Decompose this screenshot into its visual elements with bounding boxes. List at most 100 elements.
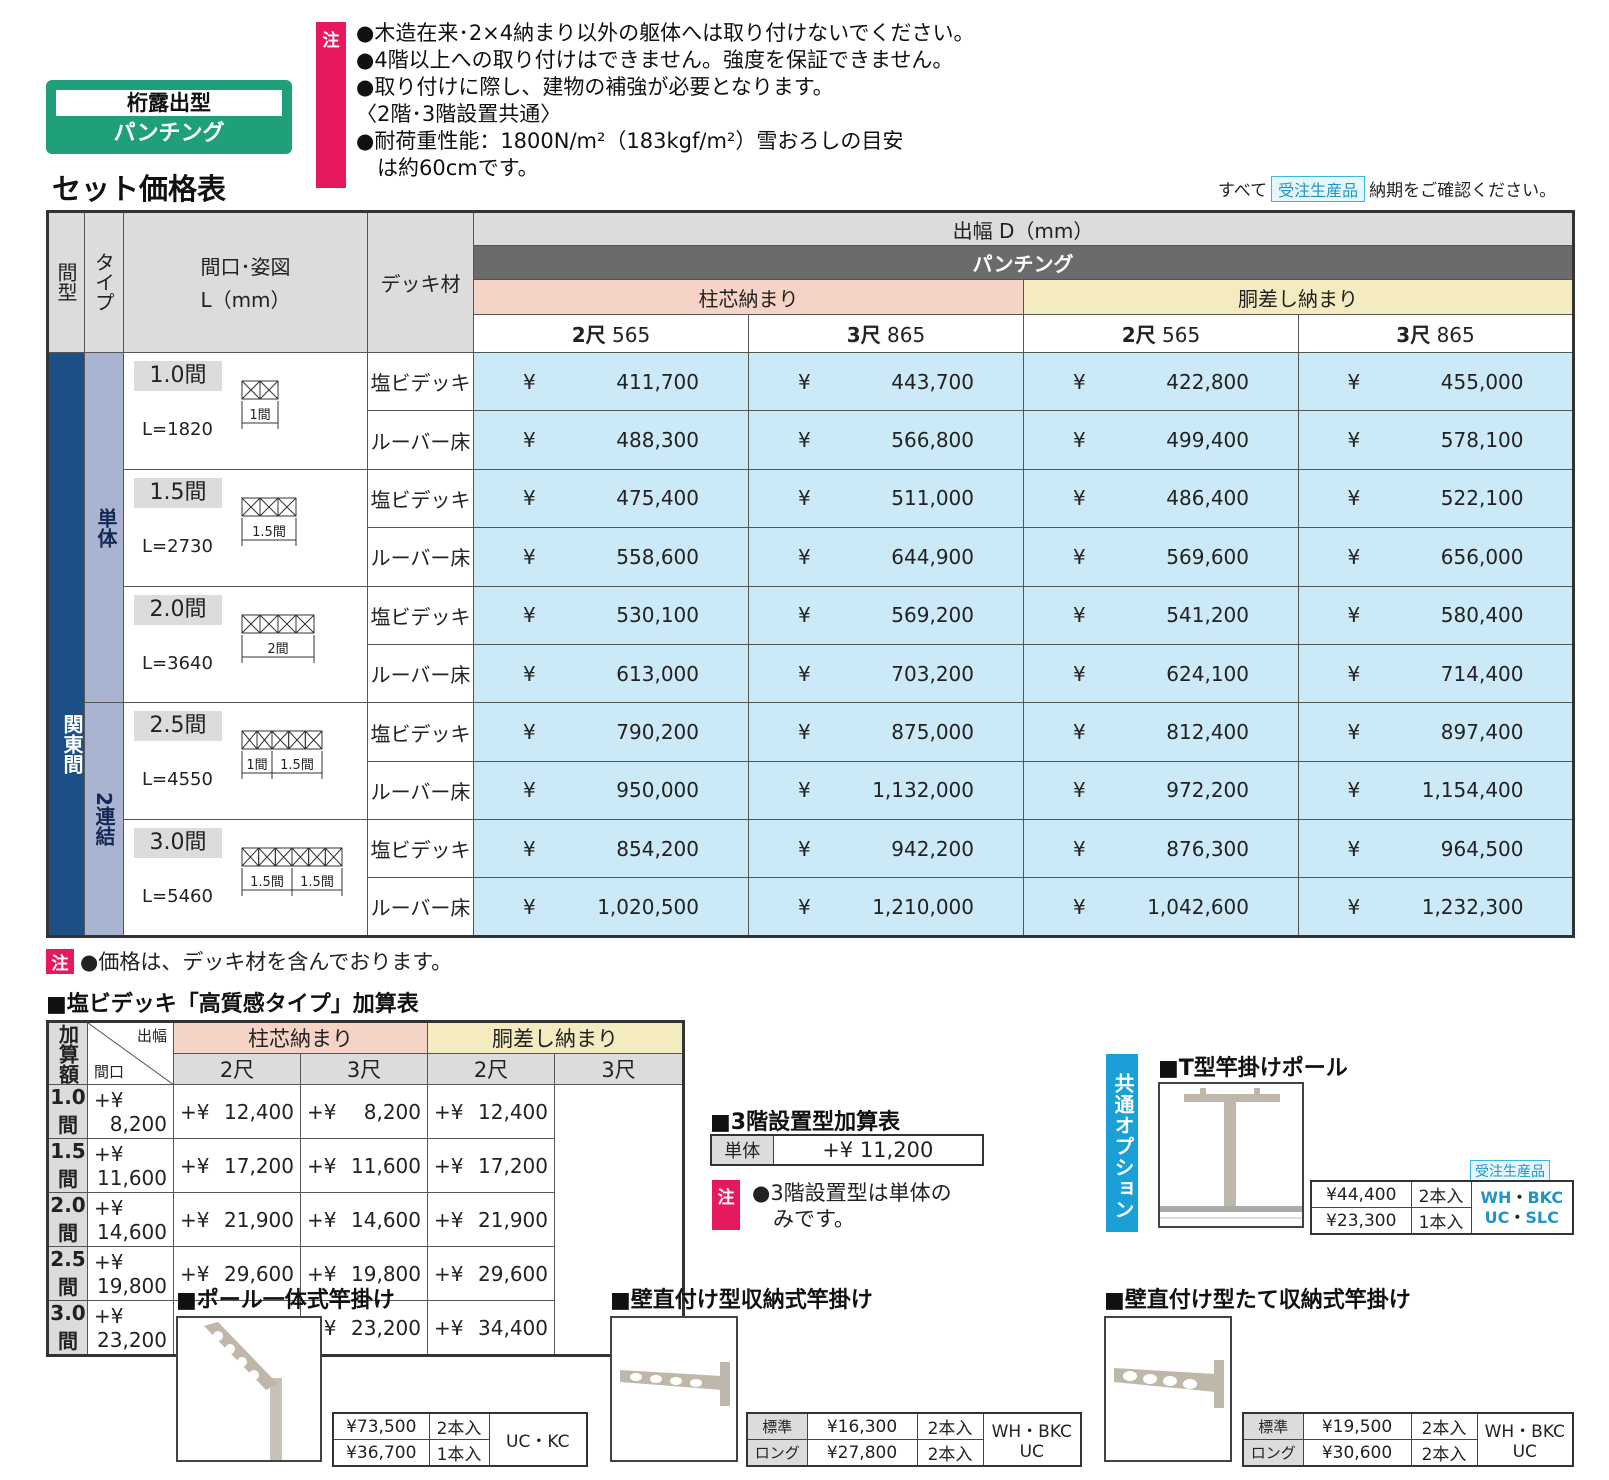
price-value: 558,600 <box>616 544 699 569</box>
yen-sign: ¥ <box>523 428 536 453</box>
add-value: 8,200 <box>363 1099 421 1124</box>
add-value: 12,400 <box>224 1099 294 1124</box>
price-value: 714,400 <box>1440 661 1524 686</box>
yen-sign: ¥ <box>523 544 536 569</box>
wall-fold-kind: ロング <box>746 1439 808 1467</box>
add-prefix: +¥ <box>307 1207 337 1232</box>
yen-sign: ¥ <box>1073 486 1086 511</box>
price-cell: ¥455,000 <box>1297 351 1575 412</box>
add-prefix: +¥ <box>180 1099 210 1124</box>
third-floor-table: 単体 +¥ 11,200 <box>710 1134 984 1166</box>
add-table-heading: ■塩ビデッキ「高質感タイプ」加算表 <box>46 992 419 1017</box>
col-header: 2尺 565 <box>473 313 749 353</box>
price-cell: ¥569,200 <box>748 585 1024 645</box>
price-cell: ¥541,200 <box>1023 585 1299 645</box>
size-length: L=2730 <box>142 535 213 557</box>
price-cell: ¥790,200 <box>473 702 749 762</box>
price-value: 972,200 <box>1166 778 1249 803</box>
third-note-line1: ●3階設置型は単体の <box>752 1181 952 1205</box>
header-size-line2: L（mm） <box>200 288 291 313</box>
price-cell: ¥499,400 <box>1023 410 1299 470</box>
badge-line1: 桁露出型 <box>56 90 282 116</box>
price-cell: ¥1,232,300 <box>1297 877 1575 937</box>
t-pole-heading: ■T型竿掛けポール <box>1158 1056 1348 1081</box>
price-cell: ¥812,400 <box>1023 702 1299 762</box>
header-type: タイプ <box>84 211 124 353</box>
header-size-line1: 間口･姿図 <box>200 255 291 280</box>
price-value: 530,100 <box>616 603 699 628</box>
add-col: 3尺 <box>300 1053 428 1085</box>
header-kanma-text: 間型 <box>54 262 78 303</box>
note-line: ●木造在来･2×4納まり以外の躯体へは取り付けないでください。 <box>356 21 975 45</box>
price-value: 624,100 <box>1166 661 1249 686</box>
add-value-cell: +¥ 19,800 <box>87 1246 174 1301</box>
yen-sign: ¥ <box>1073 778 1086 803</box>
third-floor-heading: ■3階設置型加算表 <box>710 1110 901 1135</box>
codes-line2: UC <box>1512 1442 1537 1462</box>
yen-sign: ¥ <box>798 836 811 861</box>
note-line: 〈2階･3階設置共通〉 <box>356 102 562 126</box>
yen-sign: ¥ <box>798 428 811 453</box>
add-value: 12,400 <box>478 1099 548 1124</box>
add-prefix: +¥ <box>94 1141 124 1166</box>
add-value-cell: +¥ 17,200 <box>173 1138 301 1193</box>
yen-sign: ¥ <box>1347 720 1361 744</box>
yen-sign: ¥ <box>1073 603 1086 628</box>
size-cell: 3.0間 L=5460 1.5間 1.5間 <box>123 819 368 937</box>
size-label: 2.0間 <box>134 594 222 625</box>
made-prefix: すべて <box>1218 181 1268 201</box>
wall-fold-heading: ■壁直付け型収納式竿掛け <box>610 1288 873 1313</box>
note-line: は約60cmです。 <box>356 156 539 180</box>
price-cell: ¥522,100 <box>1297 468 1575 529</box>
add-value-cell: +¥ 14,600 <box>300 1192 428 1247</box>
price-value: 644,900 <box>891 544 974 569</box>
wall-fold-image <box>610 1316 738 1462</box>
add-prefix: +¥ <box>94 1195 124 1220</box>
add-prefix: +¥ <box>94 1303 124 1328</box>
wall-fold-qty: 2本入 <box>916 1412 984 1440</box>
price-cell: ¥530,100 <box>473 585 749 645</box>
add-value-cell: +¥ 17,200 <box>427 1138 555 1193</box>
add-value-cell: +¥ 14,600 <box>87 1192 174 1247</box>
pole-price: ¥73,500 <box>332 1412 430 1440</box>
price-cell: ¥511,000 <box>748 468 1024 529</box>
add-value-cell: +¥ 29,600 <box>427 1246 555 1301</box>
header-body-side: 胴差し納まり <box>1022 279 1575 315</box>
add-side-text: 加算額 <box>55 1023 80 1084</box>
wall-vert-price: ¥30,600 <box>1302 1439 1412 1467</box>
add-side-label: 加算額 <box>47 1021 88 1085</box>
header-size: 間口･姿図 L（mm） <box>123 211 368 353</box>
add-value-cell: +¥23,200 <box>87 1300 174 1356</box>
deck-material: ルーバー床 <box>367 877 474 937</box>
price-cell: ¥972,200 <box>1023 760 1299 821</box>
price-value: 964,500 <box>1440 836 1524 861</box>
code: UC <box>1484 1207 1510 1227</box>
yen-sign: ¥ <box>1073 836 1086 861</box>
price-cell: ¥1,132,000 <box>748 760 1024 821</box>
add-value: 34,400 <box>478 1315 548 1340</box>
yen-sign: ¥ <box>1073 369 1086 394</box>
add-value: 17,200 <box>224 1153 294 1178</box>
wall-vert-qty: 2本入 <box>1410 1439 1478 1467</box>
price-cell: ¥876,300 <box>1023 819 1299 879</box>
price-value: 1,042,600 <box>1147 894 1249 919</box>
dim-label: 1間 <box>249 408 270 423</box>
add-row-label: 2.5間 <box>47 1246 88 1301</box>
price-value: 1,154,400 <box>1421 778 1524 803</box>
price-row: 2連結 2.5間 L=4550 1間 1.5間 塩ビデッキ ¥790,200 ¥875,000… <box>48 702 1575 937</box>
wall-vert-codes: WH・BKC UC <box>1476 1412 1574 1467</box>
price-value: 656,000 <box>1440 544 1524 569</box>
t-pole-price: ¥44,400 <box>1310 1180 1412 1208</box>
price-cell: ¥488,300 <box>473 410 749 470</box>
yen-sign: ¥ <box>523 778 536 803</box>
third-floor-note: ●3階設置型は単体の みです。 <box>752 1180 952 1232</box>
add-prefix: +¥ <box>94 1087 124 1112</box>
yen-sign: ¥ <box>523 486 536 511</box>
yen-sign: ¥ <box>798 894 811 919</box>
price-note-text: ●価格は、デッキ材を含んでおります。 <box>80 950 453 974</box>
price-cell: ¥1,042,600 <box>1023 877 1299 937</box>
dim-label: 2間 <box>267 642 288 657</box>
codes-line1: WH・BKC <box>991 1422 1072 1442</box>
price-cell: ¥486,400 <box>1023 468 1299 529</box>
made-to-order-tag: 受注生産品 <box>1271 176 1366 202</box>
